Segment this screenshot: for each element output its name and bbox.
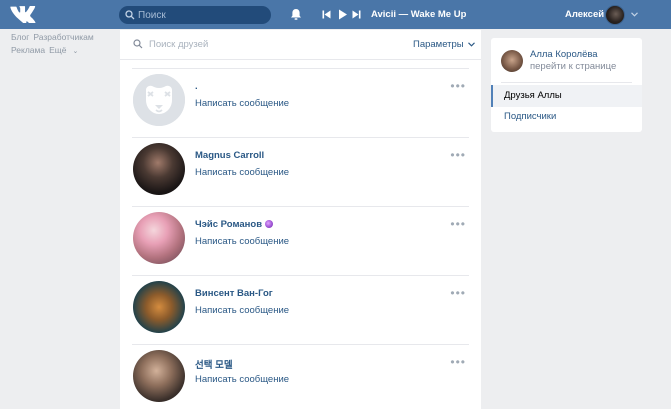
global-search-input[interactable] (138, 6, 266, 24)
next-track-icon[interactable] (352, 9, 361, 20)
row-divider (132, 137, 469, 138)
ads-link[interactable]: Реклама (11, 45, 45, 55)
more-actions-icon[interactable]: ••• (450, 79, 466, 93)
developers-link[interactable]: Разработчикам (33, 32, 93, 42)
more-actions-icon[interactable]: ••• (450, 355, 466, 369)
row-divider (132, 206, 469, 207)
search-icon (125, 10, 135, 20)
friend-name[interactable]: Чэйс Романов (195, 219, 262, 230)
parameters-button[interactable]: Параметры (413, 39, 476, 50)
search-icon (133, 39, 143, 49)
friend-row: Magnus Carroll Написать сообщение ••• (120, 137, 481, 205)
friend-row: 선택 모델 Написать сообщение ••• (120, 344, 481, 409)
menu-item-followers[interactable]: Подписчики (491, 106, 642, 128)
write-message-link[interactable]: Написать сообщение (195, 167, 289, 178)
profile-avatar[interactable] (501, 50, 523, 72)
sidebar-divider (501, 82, 632, 83)
more-link[interactable]: Ещё ⌄ (49, 45, 82, 55)
current-track[interactable]: Avicii — Wake Me Up (371, 9, 466, 20)
vk-logo-icon[interactable] (10, 6, 36, 23)
friend-avatar[interactable] (133, 212, 185, 264)
write-message-link[interactable]: Написать сообщение (195, 98, 289, 109)
friends-search-bar: Параметры (120, 30, 481, 60)
row-divider (132, 275, 469, 276)
row-divider (132, 68, 469, 69)
friend-row: Чэйс Романов Написать сообщение ••• (120, 206, 481, 274)
friend-row: Винсент Ван-Гог Написать сообщение ••• (120, 275, 481, 343)
write-message-link[interactable]: Написать сообщение (195, 305, 289, 316)
user-name[interactable]: Алексей (565, 9, 604, 20)
footer-links: Блог Разработчикам Реклама Ещё ⌄ (11, 31, 98, 58)
friend-name[interactable]: 선택 모델 (195, 357, 233, 371)
more-actions-icon[interactable]: ••• (450, 217, 466, 231)
top-bar: Avicii — Wake Me Up Алексей (0, 0, 671, 29)
profile-name[interactable]: Алла Королёва (530, 49, 598, 60)
deactivated-dog-icon (133, 74, 185, 126)
bell-icon[interactable] (290, 8, 302, 21)
user-avatar[interactable] (605, 5, 625, 25)
play-icon[interactable] (338, 9, 347, 20)
go-to-page-link[interactable]: перейти к странице (530, 61, 616, 72)
more-link-label: Ещё (49, 45, 67, 55)
write-message-link[interactable]: Написать сообщение (195, 374, 289, 385)
chevron-down-icon (468, 42, 476, 47)
chevron-down-icon: ⌄ (72, 48, 79, 55)
friends-search-input[interactable] (149, 36, 349, 52)
chevron-down-icon[interactable] (631, 12, 638, 17)
previous-track-icon[interactable] (322, 9, 331, 20)
friends-panel: Параметры . Написать сообщение ••• Magnu… (120, 30, 481, 409)
friend-avatar[interactable] (133, 74, 185, 126)
more-actions-icon[interactable]: ••• (450, 148, 466, 162)
menu-item-friends[interactable]: Друзья Аллы (491, 85, 642, 107)
blog-link[interactable]: Блог (11, 32, 29, 42)
global-search[interactable] (119, 6, 271, 24)
emoji-icon (265, 220, 274, 229)
friend-avatar[interactable] (133, 350, 185, 402)
friend-row: . Написать сообщение ••• (120, 68, 481, 136)
friend-avatar[interactable] (133, 281, 185, 333)
friend-name-wrap: Чэйс Романов (195, 219, 274, 230)
friend-name[interactable]: Magnus Carroll (195, 150, 264, 161)
friend-avatar[interactable] (133, 143, 185, 195)
write-message-link[interactable]: Написать сообщение (195, 236, 289, 247)
more-actions-icon[interactable]: ••• (450, 286, 466, 300)
row-divider (132, 344, 469, 345)
profile-sidebar: Алла Королёва перейти к странице Друзья … (491, 38, 642, 132)
friend-name[interactable]: Винсент Ван-Гог (195, 288, 273, 299)
friend-name[interactable]: . (195, 81, 198, 92)
parameters-label: Параметры (413, 39, 464, 50)
